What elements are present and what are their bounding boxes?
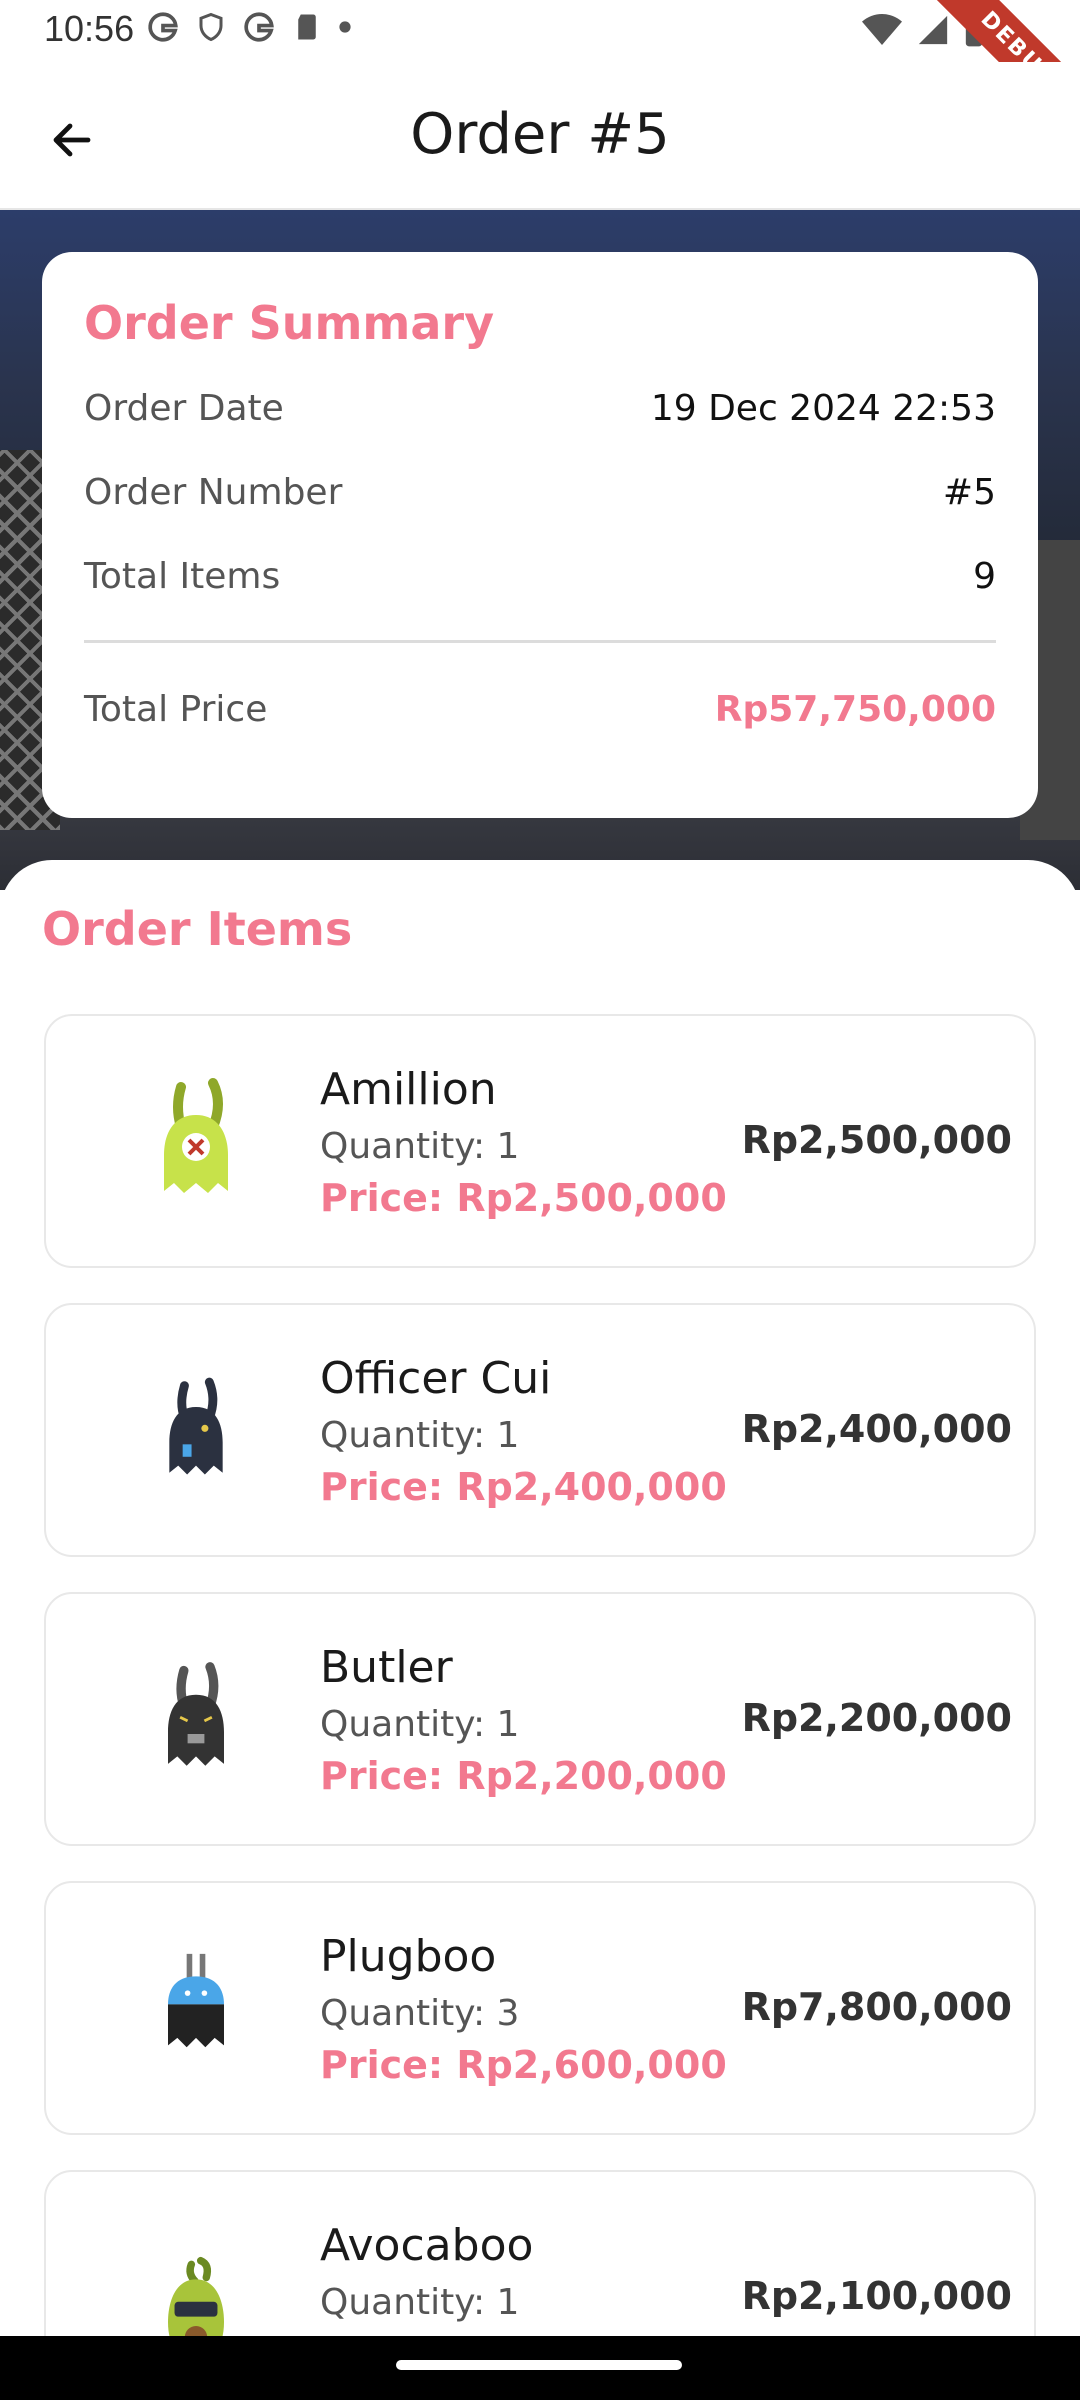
bunny-figure-icon — [164, 1078, 228, 1193]
wifi-icon — [862, 14, 902, 45]
app-bar: Order #5 — [0, 62, 1080, 210]
summary-row-total-items: Total Items 9 — [84, 534, 996, 618]
item-total-price: Rp2,400,000 — [741, 1407, 1012, 1451]
item-image — [126, 1072, 266, 1212]
item-name: Plugboo — [320, 1931, 497, 1982]
order-items-title: Order Items — [42, 902, 353, 956]
google-icon — [244, 12, 274, 42]
status-bar: 10:56 DEBUG — [0, 0, 1080, 151]
order-summary-card: Order Summary Order Date 19 Dec 2024 22:… — [42, 252, 1038, 818]
bunny-figure-icon — [169, 1377, 223, 1475]
item-total-price: Rp2,500,000 — [741, 1118, 1012, 1162]
order-items-section: Order Items Amillion Quantity: 1 Price: … — [0, 860, 1080, 2400]
sd-card-icon — [298, 14, 316, 40]
page-title: Order #5 — [410, 102, 670, 167]
item-quantity: Quantity: 1 — [320, 1126, 520, 1167]
bunny-figure-icon — [168, 1953, 224, 2048]
item-unit-price: Price: Rp2,400,000 — [320, 1465, 727, 1509]
notification-icons — [146, 10, 352, 44]
item-total-price: Rp2,200,000 — [741, 1696, 1012, 1740]
system-navigation-bar — [0, 2336, 1080, 2400]
status-time: 10:56 — [44, 8, 135, 49]
item-total-price: Rp2,100,000 — [741, 2274, 1012, 2318]
summary-row-order-number: Order Number #5 — [84, 450, 996, 534]
item-total-price: Rp7,800,000 — [741, 1985, 1012, 2029]
item-name: Avocaboo — [320, 2220, 534, 2271]
summary-value: 19 Dec 2024 22:53 — [650, 387, 996, 429]
order-item-card[interactable]: Officer Cui Quantity: 1 Price: Rp2,400,0… — [44, 1303, 1036, 1557]
bunny-figure-icon — [168, 1662, 224, 1766]
item-unit-price: Price: Rp2,500,000 — [320, 1176, 727, 1220]
order-item-card[interactable]: Amillion Quantity: 1 Price: Rp2,500,000 … — [44, 1014, 1036, 1268]
order-summary-title: Order Summary — [84, 296, 495, 350]
item-quantity: Quantity: 1 — [320, 2282, 520, 2323]
summary-value: #5 — [942, 471, 996, 513]
item-quantity: Quantity: 1 — [320, 1415, 520, 1456]
summary-divider — [84, 640, 996, 643]
item-unit-price: Price: Rp2,600,000 — [320, 2043, 727, 2087]
item-unit-price: Price: Rp2,200,000 — [320, 1754, 727, 1798]
summary-row-order-date: Order Date 19 Dec 2024 22:53 — [84, 366, 996, 450]
home-gesture-handle[interactable] — [396, 2360, 682, 2370]
summary-value: 9 — [973, 555, 996, 597]
google-icon — [148, 12, 178, 42]
summary-label: Order Date — [84, 387, 284, 429]
summary-label: Order Number — [84, 471, 343, 513]
item-quantity: Quantity: 1 — [320, 1704, 520, 1745]
item-name: Butler — [320, 1642, 453, 1693]
total-price-label: Total Price — [84, 688, 268, 730]
order-item-card[interactable]: Butler Quantity: 1 Price: Rp2,200,000 Rp… — [44, 1592, 1036, 1846]
summary-label: Total Items — [84, 555, 281, 597]
item-name: Officer Cui — [320, 1353, 552, 1404]
dot-icon — [339, 21, 351, 33]
item-image — [126, 1361, 266, 1501]
order-item-card[interactable]: Plugboo Quantity: 3 Price: Rp2,600,000 R… — [44, 1881, 1036, 2135]
total-price-value: Rp57,750,000 — [714, 688, 996, 730]
item-name: Amillion — [320, 1064, 497, 1115]
item-image — [126, 1939, 266, 2079]
item-image — [126, 1650, 266, 1790]
signal-icon — [918, 15, 948, 45]
item-quantity: Quantity: 3 — [320, 1993, 520, 2034]
summary-row-total-price: Total Price Rp57,750,000 — [84, 667, 996, 751]
shield-icon — [199, 12, 223, 42]
